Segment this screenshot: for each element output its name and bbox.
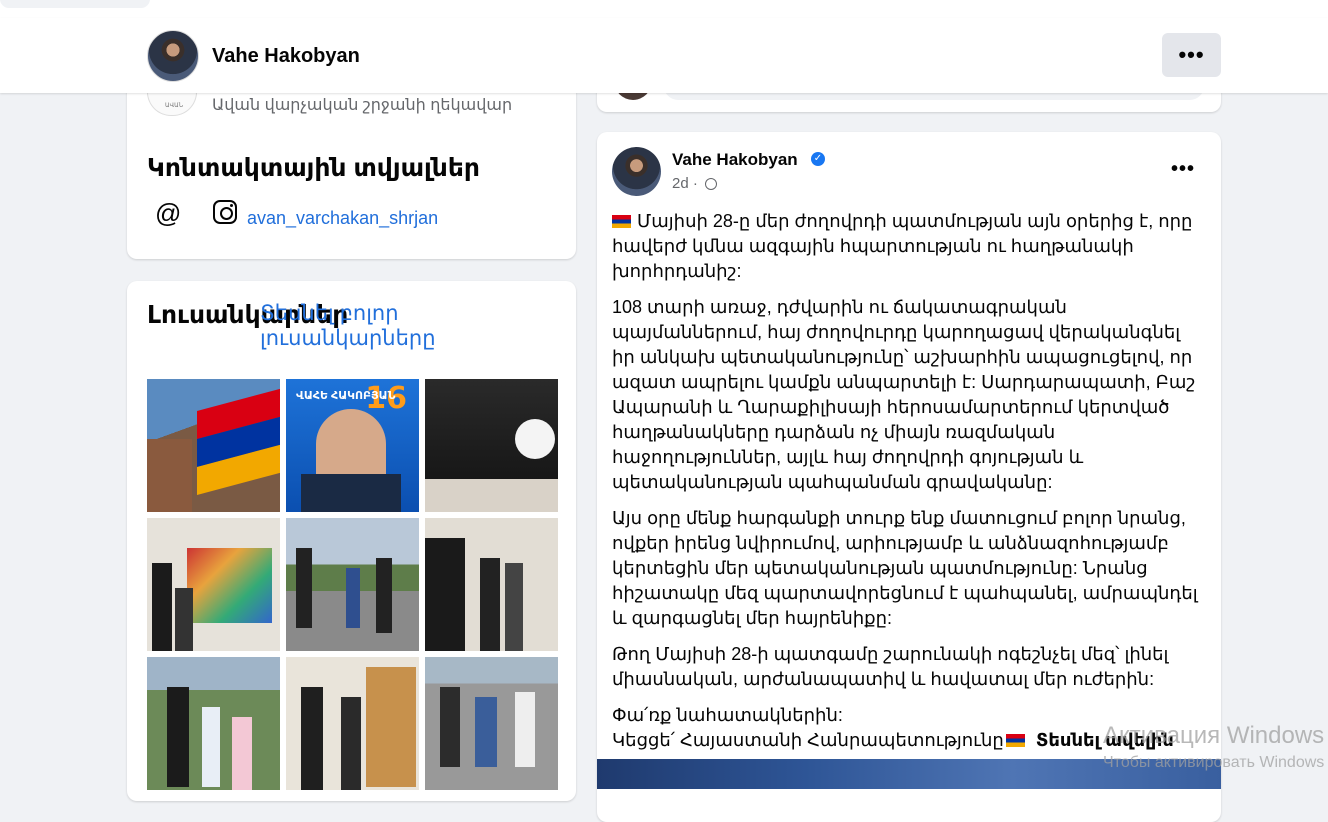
post-more-options-button[interactable]: ••• [1171, 158, 1195, 181]
photo-thumb-poster[interactable]: 16 ՎԱՀԵ ՀԱԿՈԲՅԱՆ [286, 379, 419, 512]
top-pill [0, 0, 150, 8]
armenia-flag-icon [1005, 734, 1025, 747]
photo-thumb-flag[interactable] [147, 379, 280, 512]
photo-thumb-kids2[interactable] [425, 657, 558, 790]
contacts-title: Կոնտակտային տվյալներ [147, 154, 480, 182]
photo-thumb-kids1[interactable] [147, 657, 280, 790]
photo-thumb-classroom2[interactable] [425, 518, 558, 651]
district-logo: ԱՎԱՆ [147, 90, 197, 116]
email-icon: @ [155, 198, 182, 228]
post-meta: 2d · [672, 175, 718, 192]
post-timestamp[interactable]: 2d [672, 175, 689, 192]
role-text: Ավան վարչական շրջանի ղեկավար [212, 97, 513, 114]
post-paragraph: Այս օրը մենք հարգանքի տուրք ենք մատուցու… [612, 508, 1198, 628]
more-options-button[interactable]: ••• [1162, 33, 1221, 77]
profile-name[interactable]: Vahe Hakobyan [212, 45, 360, 68]
instagram-icon [213, 200, 237, 224]
post-avatar[interactable] [612, 147, 661, 196]
photo-thumb-library[interactable] [286, 657, 419, 790]
profile-sticky-header: Vahe Hakobyan ••• [0, 18, 1328, 93]
see-all-photos-link[interactable]: Տեսնել բոլոր լուսանկարները [260, 301, 576, 351]
windows-activation-watermark: Активация Windows Чтобы активировать Win… [1103, 722, 1325, 771]
post-author[interactable]: Vahe Hakobyan [672, 150, 798, 170]
photo-thumb-ribbon[interactable] [425, 379, 558, 512]
photo-thumb-yard[interactable] [286, 518, 419, 651]
armenia-flag-icon [612, 215, 631, 228]
photos-card: Լուսանկարներ Տեսնել բոլոր լուսանկարները … [127, 281, 576, 801]
post-paragraph: 108 տարի առաջ, դժվարին ու ճակատագրական պ… [612, 297, 1196, 492]
post-paragraph: Թող Մայիսի 28-ի պատգամը շարունակի ոգեշնչ… [612, 644, 1169, 689]
post-card: Vahe Hakobyan ✓ 2d · ••• Մայիսի 28-ը մեր… [597, 132, 1221, 822]
post-text: Մայիսի 28-ը մեր ժողովրդի պատմության այն … [612, 209, 1207, 753]
instagram-link[interactable]: avan_varchakan_shrjan [247, 208, 438, 229]
post-paragraph: Մայիսի 28-ը մեր ժողովրդի պատմության այն … [612, 211, 1193, 281]
avatar[interactable] [147, 30, 199, 82]
globe-icon [705, 178, 718, 190]
photos-title: Լուսանկարներ [147, 301, 349, 329]
verified-badge-icon: ✓ [811, 152, 825, 166]
top-strip [0, 0, 1328, 18]
photo-thumb-classroom1[interactable] [147, 518, 280, 651]
